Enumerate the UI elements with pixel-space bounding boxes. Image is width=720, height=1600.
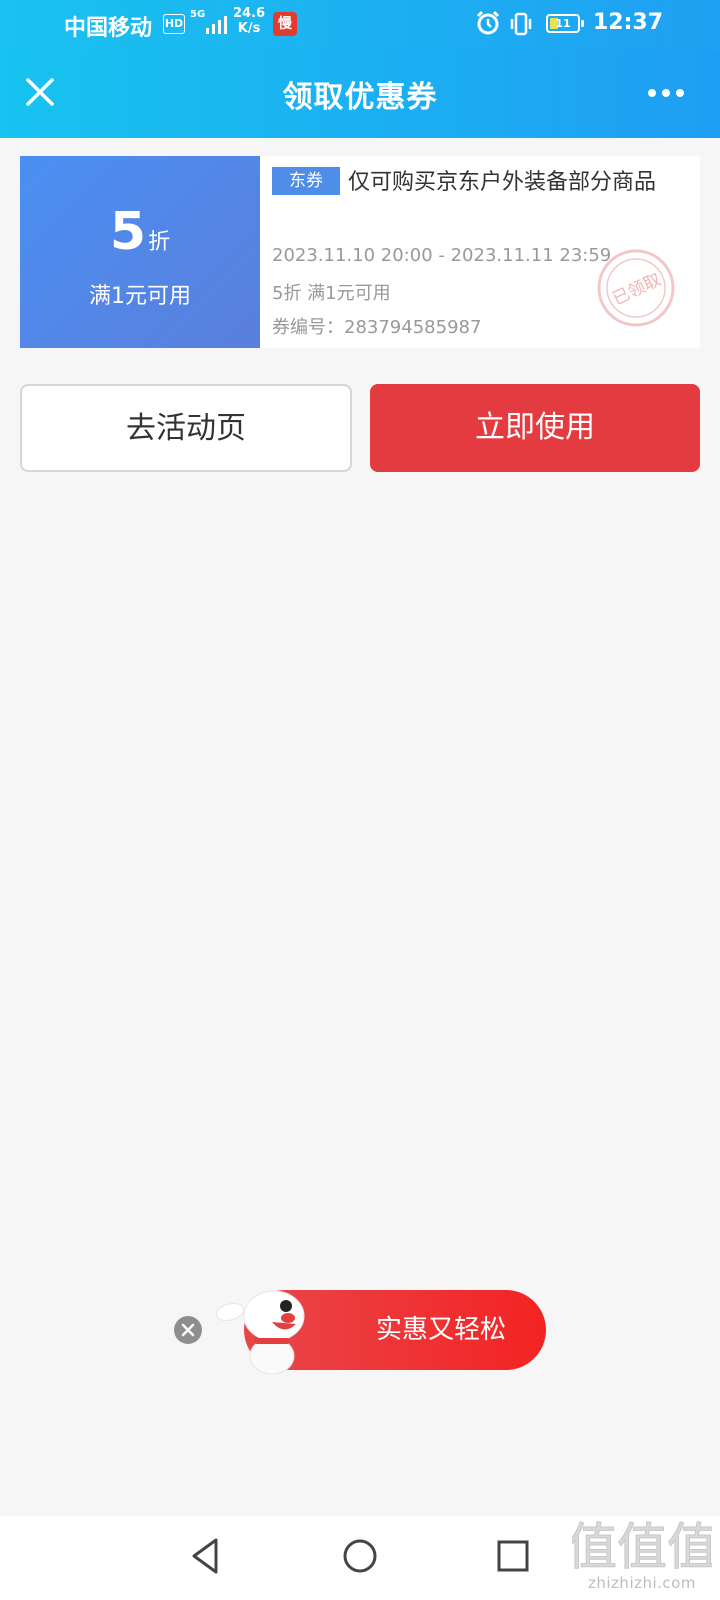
coupon-condition: 满1元可用	[89, 284, 191, 309]
recent-apps-icon[interactable]	[496, 1539, 530, 1573]
clock: 12:37	[593, 10, 664, 35]
coupon-card: 5折 满1元可用 东券 仅可购买京东户外装备部分商品 2023.11.10 20…	[20, 156, 700, 348]
coupon-type-tag: 东券	[272, 167, 340, 195]
home-icon[interactable]	[342, 1538, 378, 1574]
vibrate-icon	[510, 12, 532, 36]
more-icon[interactable]	[648, 86, 692, 100]
carrier-name: 中国移动	[64, 16, 153, 41]
coupon-validity: 2023.11.10 20:00 - 2023.11.11 23:59	[272, 245, 612, 266]
coupon-code-label: 券编号：	[272, 317, 344, 338]
coupon-rule: 5折 满1元可用	[272, 283, 391, 304]
claimed-stamp-icon: 已领取	[597, 249, 675, 327]
watermark: 值值值 zhizhizhi.com	[572, 1508, 712, 1598]
back-icon[interactable]	[188, 1536, 224, 1576]
coupon-details: 东券 仅可购买京东户外装备部分商品 2023.11.10 20:00 - 202…	[260, 156, 700, 348]
discount: 5折	[20, 202, 260, 262]
alarm-icon	[476, 10, 500, 35]
watermark-glyphs: 值值值	[572, 1518, 712, 1574]
battery-icon: 11	[546, 14, 584, 33]
page-title: 领取优惠券	[282, 80, 438, 115]
coupon-code: 券编号：283794585987	[272, 313, 481, 339]
hd-badge: HD	[163, 14, 185, 34]
speed-value: 24.6	[233, 6, 266, 21]
watermark-text: zhizhizhi.com	[588, 1574, 696, 1592]
watermark-logo: 值值值	[572, 1518, 712, 1575]
app-notification-icon: 慢	[273, 12, 297, 36]
stamp-text: 已领取	[610, 270, 665, 310]
coupon-code-value: 283794585987	[344, 317, 482, 338]
network-type: 5G	[190, 9, 206, 20]
network-speed: 24.6 K/s	[233, 6, 265, 36]
status-bar: 中国移动 HD 5G 24.6 K/s 慢 11 12:37	[0, 0, 720, 50]
discount-unit: 折	[148, 230, 171, 255]
close-icon[interactable]	[174, 1316, 202, 1344]
title-bar: 领取优惠券	[0, 50, 720, 138]
speed-unit: K/s	[237, 21, 261, 36]
go-to-activity-button[interactable]: 去活动页	[20, 384, 352, 472]
signal-icon	[206, 16, 227, 34]
coupon-value-panel: 5折 满1元可用	[20, 156, 260, 348]
coupon-description: 仅可购买京东户外装备部分商品	[348, 170, 657, 195]
battery-level: 11	[555, 17, 571, 30]
promo-text: 实惠又轻松	[375, 1315, 506, 1345]
joy-dog-mascot-icon	[215, 1290, 305, 1374]
discount-value: 5	[109, 202, 147, 262]
promo-banner: 实惠又轻松	[174, 1284, 546, 1374]
use-now-button[interactable]: 立即使用	[370, 384, 700, 472]
